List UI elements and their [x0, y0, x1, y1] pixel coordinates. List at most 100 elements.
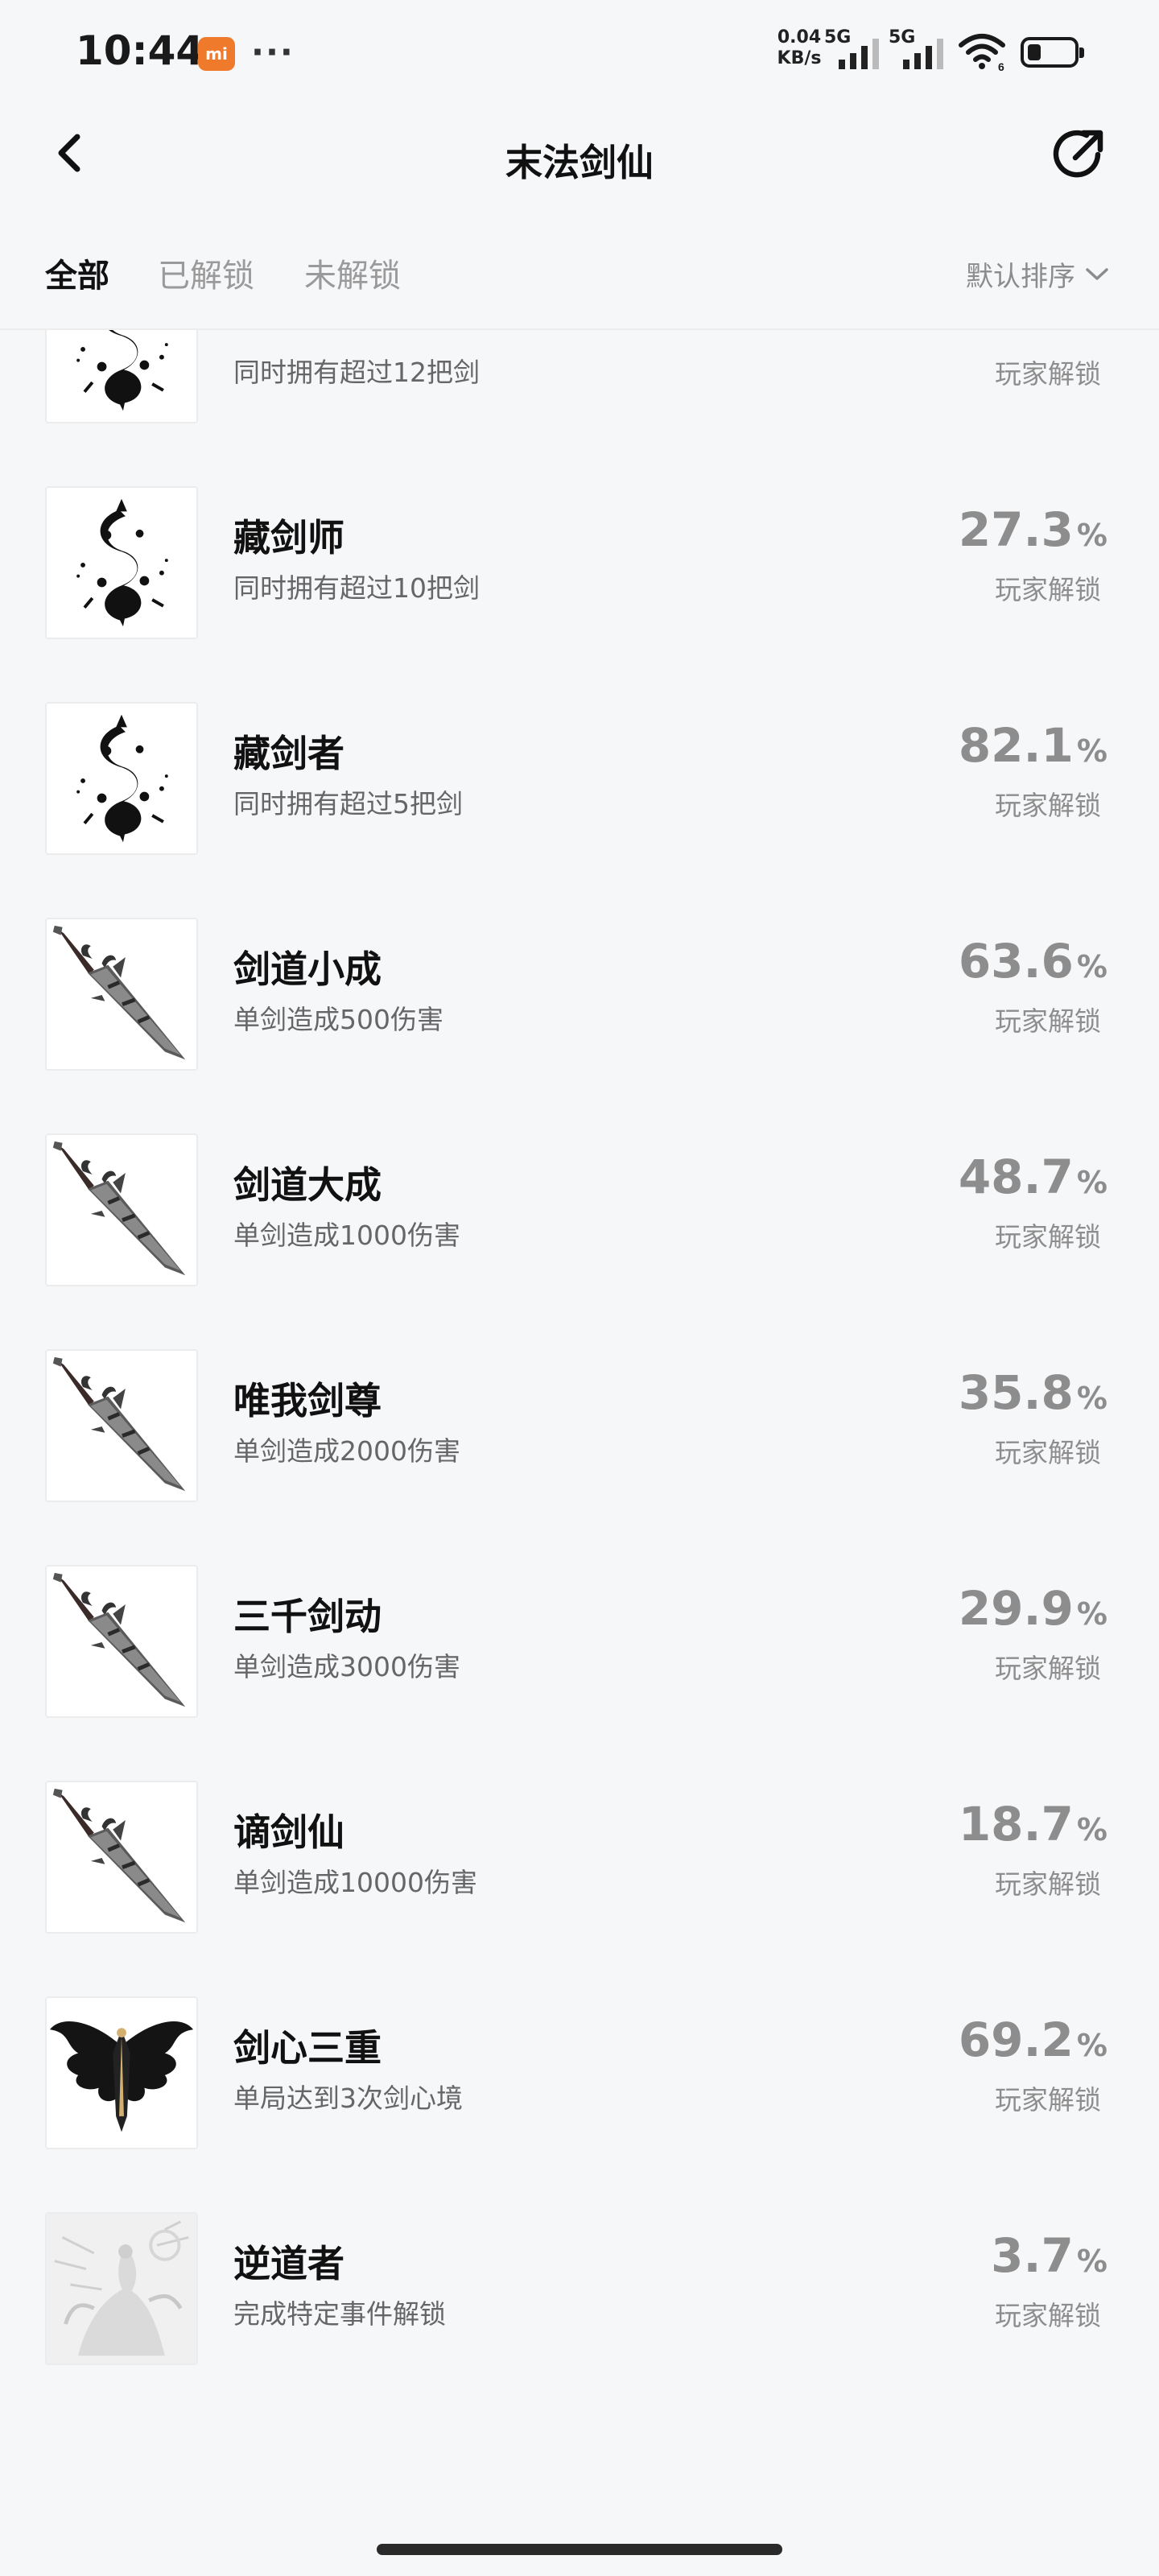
unlock-percentage-value: 63.6	[958, 934, 1074, 989]
signal-strength-icon-2	[903, 39, 943, 69]
sort-label: 默认排序	[966, 261, 1075, 293]
achievement-description: 同时拥有超过10把剑	[233, 572, 480, 604]
unlock-label: 玩家解锁	[995, 790, 1101, 821]
percent-sign: %	[1076, 2028, 1107, 2063]
status-bar: 10:44 mi ··· 0.04 KB/s 5G 5G 6	[0, 0, 1159, 105]
unlock-percentage: 3.7%	[991, 2228, 1107, 2283]
sword-icon	[47, 1782, 196, 1932]
status-time: 10:44	[76, 27, 204, 74]
sword-icon	[47, 919, 196, 1069]
unlock-percentage-value: 18.7	[958, 1797, 1074, 1852]
achievement-row[interactable]: 剑道大成 单剑造成1000伤害 48.7% 玩家解锁	[0, 1104, 1159, 1323]
app-header: 末法剑仙	[0, 105, 1159, 209]
achievement-thumbnail	[45, 1996, 198, 2149]
achievement-title: 剑道小成	[233, 947, 382, 991]
wifi-icon: 6	[959, 34, 1005, 72]
network-speed-unit: KB/s	[777, 48, 822, 68]
unlock-label: 玩家解锁	[995, 1653, 1101, 1684]
filter-tabs: 全部 已解锁 未解锁 默认排序	[0, 238, 1159, 311]
percent-sign: %	[1076, 733, 1107, 769]
achievement-description: 单剑造成3000伤害	[233, 1651, 460, 1682]
unlock-label: 玩家解锁	[995, 1221, 1101, 1253]
unlock-percentage: 69.2%	[959, 2013, 1107, 2067]
achievement-thumbnail	[45, 1133, 198, 1286]
wings-icon	[49, 2021, 194, 2132]
achievement-row[interactable]: 剑道小成 单剑造成500伤害 63.6% 玩家解锁	[0, 889, 1159, 1108]
unlock-label: 玩家解锁	[995, 1868, 1101, 1900]
unlock-percentage-value: 35.8	[958, 1365, 1074, 1420]
home-indicator[interactable]	[377, 2544, 782, 2555]
tab-all[interactable]: 全部	[45, 250, 109, 296]
network-speed: 0.04 KB/s	[771, 27, 827, 69]
sort-dropdown[interactable]: 默认排序	[966, 254, 1109, 294]
unlock-label: 玩家解锁	[995, 2084, 1101, 2116]
achievement-title: 藏剑者	[233, 732, 344, 775]
unlock-label: 玩家解锁	[995, 358, 1101, 390]
achievement-title: 唯我剑尊	[233, 1379, 382, 1422]
achievement-thumbnail	[45, 2212, 198, 2365]
unlock-percentage-value: 29.9	[958, 1581, 1074, 1636]
achievement-description: 同时拥有超过12把剑	[233, 357, 480, 388]
achievement-description: 完成特定事件解锁	[233, 2298, 446, 2330]
unlock-label: 玩家解锁	[995, 2300, 1101, 2331]
achievement-description: 单剑造成10000伤害	[233, 1867, 477, 1898]
unlock-percentage: 63.6%	[959, 934, 1107, 989]
unlock-percentage-value: 48.7	[958, 1150, 1074, 1204]
unlock-percentage-value: 82.1	[958, 718, 1074, 773]
achievement-description: 单剑造成2000伤害	[233, 1435, 460, 1467]
sword-icon	[47, 1351, 196, 1501]
wifi-badge: 6	[998, 60, 1004, 72]
achievement-row[interactable]: 三千剑动 单剑造成3000伤害 29.9% 玩家解锁	[0, 1536, 1159, 1755]
percent-sign: %	[1076, 1812, 1107, 1847]
share-button[interactable]	[1046, 122, 1111, 187]
achievement-title: 剑心三重	[233, 2026, 382, 2070]
achievement-row[interactable]: 逆道者完成特定事件解锁 3.7% 玩家解锁	[0, 2183, 1159, 2402]
network-speed-value: 0.04	[777, 27, 822, 47]
achievement-title: 剑道大成	[233, 1163, 382, 1207]
achievement-row[interactable]: 剑心三重单局达到3次剑心境 69.2% 玩家解锁	[0, 1967, 1159, 2186]
unlock-percentage-value: 69.2	[958, 2013, 1074, 2067]
achievement-thumbnail	[45, 1565, 198, 1718]
achievement-description: 单局达到3次剑心境	[233, 2083, 463, 2114]
achievement-description: 同时拥有超过5把剑	[233, 788, 463, 819]
achievement-row[interactable]: 谪剑仙单剑造成10000伤害 18.7% 玩家解锁	[0, 1752, 1159, 1971]
chevron-down-icon	[1086, 267, 1108, 280]
more-notifications-icon: ···	[251, 32, 295, 72]
percent-sign: %	[1076, 1165, 1107, 1200]
rune-icon	[75, 497, 170, 629]
unlock-percentage: 82.1%	[959, 718, 1107, 773]
achievement-row[interactable]: 同时拥有超过12把剑 玩家解锁	[0, 330, 1159, 460]
tab-locked[interactable]: 未解锁	[304, 250, 401, 296]
immortal-figure-icon	[47, 2214, 196, 2363]
percent-sign: %	[1076, 518, 1107, 553]
percent-sign: %	[1076, 2244, 1107, 2279]
rune-icon	[75, 330, 170, 413]
achievement-title: 逆道者	[233, 2242, 344, 2285]
achievement-thumbnail	[45, 1349, 198, 1502]
sword-icon	[47, 1135, 196, 1285]
tab-unlocked[interactable]: 已解锁	[158, 250, 254, 296]
achievement-thumbnail	[45, 330, 198, 423]
unlock-label: 玩家解锁	[995, 1437, 1101, 1468]
unlock-label: 玩家解锁	[995, 574, 1101, 605]
achievement-row[interactable]: 藏剑者同时拥有超过5把剑 82.1% 玩家解锁	[0, 673, 1159, 892]
share-arrow-icon	[1053, 130, 1103, 178]
battery-level	[1028, 44, 1041, 60]
achievement-description: 单剑造成500伤害	[233, 1004, 443, 1035]
unlock-percentage: 27.3%	[959, 502, 1107, 557]
unlock-percentage-value: 3.7	[991, 2228, 1074, 2283]
achievement-thumbnail	[45, 918, 198, 1071]
achievement-row[interactable]: 藏剑师 同时拥有超过10把剑 27.3% 玩家解锁	[0, 457, 1159, 676]
battery-icon	[1021, 37, 1084, 68]
achievement-title: 三千剑动	[233, 1595, 382, 1638]
achievement-list[interactable]: 同时拥有超过12把剑 玩家解锁 藏剑师 同时拥有超过10把剑 27.3% 玩家解锁 藏剑者同…	[0, 330, 1159, 2520]
unlock-percentage: 35.8%	[959, 1365, 1107, 1420]
achievement-thumbnail	[45, 702, 198, 855]
achievement-title: 谪剑仙	[233, 1810, 344, 1854]
page-title: 末法剑仙	[505, 141, 654, 184]
percent-sign: %	[1076, 949, 1107, 985]
signal-strength-icon	[839, 39, 879, 69]
achievement-row[interactable]: 唯我剑尊单剑造成2000伤害 35.8% 玩家解锁	[0, 1320, 1159, 1539]
achievement-thumbnail	[45, 486, 198, 639]
unlock-percentage-value: 27.3	[958, 502, 1074, 557]
